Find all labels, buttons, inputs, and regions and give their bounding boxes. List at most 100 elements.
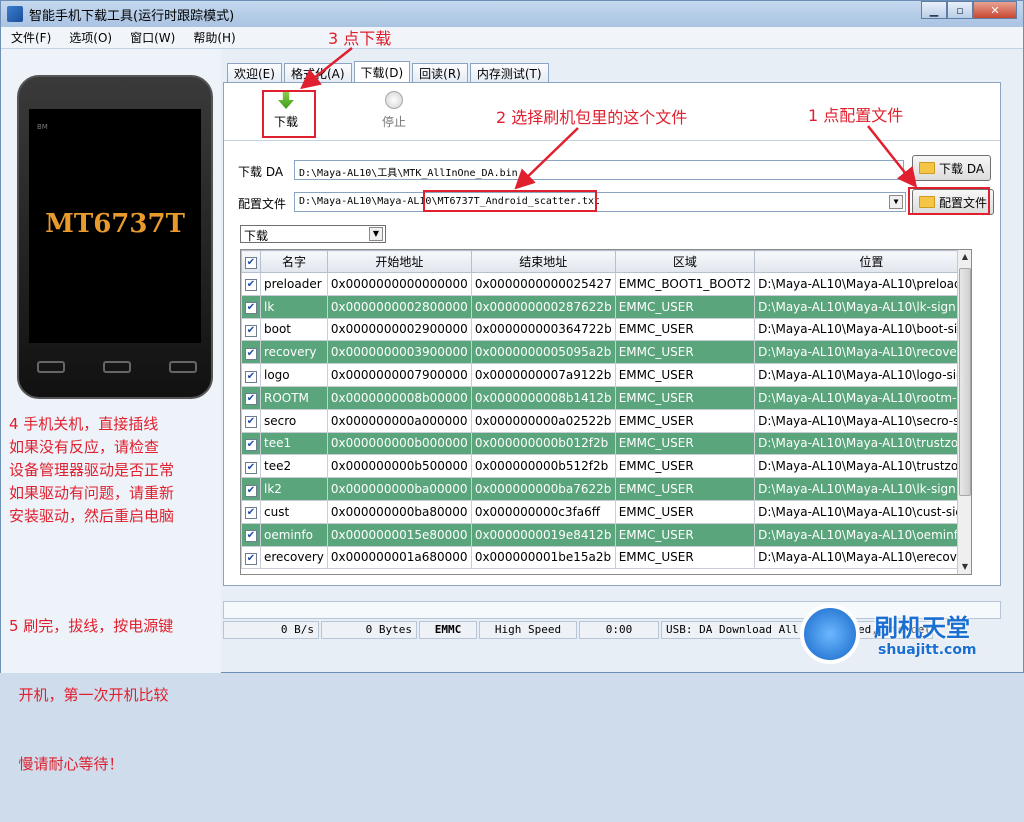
table-row[interactable]: ✔ tee1 0x000000000b000000 0x000000000b012f2…	[241, 431, 971, 456]
mode-select[interactable]: 下载 ▼	[240, 225, 386, 243]
cell-name: erecovery	[260, 545, 328, 570]
header-end: 结束地址	[470, 250, 616, 273]
cell-location[interactable]: D:\Maya-AL10\Maya-AL10\recovery...	[754, 340, 971, 365]
phone-brand: BM	[37, 123, 48, 131]
row-checkbox[interactable]: ✔	[245, 324, 257, 337]
cell-location[interactable]: D:\Maya-AL10\Maya-AL10\trustzone...	[754, 454, 971, 479]
cell-start: 0x000000000ba80000	[326, 499, 472, 524]
cell-location[interactable]: D:\Maya-AL10\Maya-AL10\lk-sign.bin	[754, 477, 971, 501]
row-checkbox[interactable]: ✔	[245, 347, 257, 360]
cell-location[interactable]: D:\Maya-AL10\Maya-AL10\rootm-si...	[754, 385, 971, 410]
cell-location[interactable]: D:\Maya-AL10\Maya-AL10\lk-sign.bin	[754, 294, 971, 319]
scroll-down-icon[interactable]: ▼	[958, 560, 971, 574]
da-path-field[interactable]: D:\Maya-AL10\工具\MTK_AllInOne_DA.bin	[294, 160, 904, 180]
cell-location[interactable]: D:\Maya-AL10\Maya-AL10\logo-sig...	[754, 363, 971, 387]
stop-button[interactable]: 停止	[369, 91, 419, 130]
row-checkbox[interactable]: ✔	[245, 416, 257, 429]
home-key-icon	[103, 361, 131, 373]
table-header: ✔ 名字 开始地址 结束地址 区域 位置	[241, 250, 971, 273]
table-row[interactable]: ✔ preloader 0x0000000000000000 0x0000000000…	[241, 272, 971, 296]
cell-end: 0x000000000a02522b	[470, 408, 616, 433]
cell-region: EMMC_USER	[614, 522, 756, 547]
row-checkbox[interactable]: ✔	[245, 461, 257, 474]
cell-end: 0x0000000007a9122b	[470, 363, 616, 387]
row-checkbox[interactable]: ✔	[245, 438, 257, 451]
cell-location[interactable]: D:\Maya-AL10\Maya-AL10\cust-sign...	[754, 499, 971, 524]
stop-icon	[385, 91, 403, 109]
close-button[interactable]: ✕	[973, 1, 1017, 19]
cell-location[interactable]: D:\Maya-AL10\Maya-AL10\erecover...	[754, 545, 971, 570]
tab-download[interactable]: 下载(D)	[353, 61, 411, 83]
row-checkbox[interactable]: ✔	[245, 302, 257, 315]
row-checkbox[interactable]: ✔	[245, 279, 257, 292]
table-row[interactable]: ✔ oeminfo 0x0000000015e80000 0x0000000019e8…	[241, 522, 971, 547]
menu-window[interactable]: 窗口(W)	[120, 29, 183, 46]
left-panel: BM MT6737T 4 手机关机，直接插线 如果没有反应，请检查 设备管理器驱…	[1, 49, 221, 773]
cell-location[interactable]: D:\Maya-AL10\Maya-AL10\preloade...	[754, 272, 971, 296]
table-row[interactable]: ✔ lk2 0x000000000ba00000 0x000000000ba7622b…	[241, 477, 971, 501]
row-checkbox[interactable]: ✔	[245, 507, 257, 520]
menu-file[interactable]: 文件(F)	[1, 29, 59, 46]
vertical-scrollbar[interactable]: ▲ ▼	[957, 250, 971, 574]
config-path-prefix: D:\Maya-AL10\Maya-AL10\	[299, 196, 438, 207]
cell-name: cust	[260, 499, 328, 524]
row-checkbox[interactable]: ✔	[245, 530, 257, 543]
cell-region: EMMC_USER	[614, 317, 756, 342]
table-row[interactable]: ✔ ROOTM 0x0000000008b00000 0x0000000008b141…	[241, 385, 971, 410]
tab-bar: 欢迎(E) 格式化(A) 下载(D) 回读(R) 内存测试(T)	[227, 61, 551, 83]
cell-name: lk	[260, 294, 328, 319]
cell-start: 0x0000000015e80000	[326, 522, 472, 547]
select-all-checkbox[interactable]: ✔	[241, 250, 261, 273]
table-row[interactable]: ✔ tee2 0x000000000b500000 0x000000000b512f2…	[241, 454, 971, 479]
cell-end: 0x0000000000025427	[470, 272, 616, 296]
table-row[interactable]: ✔ secro 0x000000000a000000 0x000000000a0252…	[241, 408, 971, 433]
minimize-button[interactable]: ▁	[921, 1, 947, 19]
phone-screen: BM MT6737T	[29, 109, 201, 343]
cell-end: 0x000000000b512f2b	[470, 454, 616, 479]
row-checkbox[interactable]: ✔	[245, 552, 257, 565]
cell-region: EMMC_USER	[614, 294, 756, 319]
cell-start: 0x000000000b000000	[326, 431, 472, 456]
cell-location[interactable]: D:\Maya-AL10\Maya-AL10\trustzone...	[754, 431, 971, 456]
cell-name: recovery	[260, 340, 328, 365]
cell-start: 0x0000000003900000	[326, 340, 472, 365]
status-storage: EMMC	[419, 621, 477, 639]
config-path-field[interactable]: D:\Maya-AL10\Maya-AL10\MT6737T_Android_s…	[294, 192, 906, 212]
table-row[interactable]: ✔ boot 0x0000000002900000 0x000000000364722…	[241, 317, 971, 342]
phone-image: BM MT6737T	[17, 75, 213, 399]
cell-location[interactable]: D:\Maya-AL10\Maya-AL10\oeminfo-...	[754, 522, 971, 547]
row-checkbox[interactable]: ✔	[245, 370, 257, 383]
tab-format[interactable]: 格式化(A)	[283, 63, 352, 83]
cell-start: 0x000000000b500000	[326, 454, 472, 479]
header-region: 区域	[614, 250, 756, 273]
row-checkbox[interactable]: ✔	[245, 484, 257, 497]
scatter-file-highlight-box	[423, 190, 597, 212]
cell-start: 0x000000001a680000	[326, 545, 472, 570]
cell-location[interactable]: D:\Maya-AL10\Maya-AL10\secro-sig...	[754, 408, 971, 433]
chevron-down-icon[interactable]: ▼	[889, 195, 903, 209]
tab-memory-test[interactable]: 内存测试(T)	[469, 63, 549, 83]
title-bar: 智能手机下载工具(运行时跟踪模式) ▁ ▫ ✕	[1, 1, 1023, 27]
tab-readback[interactable]: 回读(R)	[412, 63, 468, 83]
cell-name: lk2	[260, 477, 328, 501]
table-row[interactable]: ✔ cust 0x000000000ba80000 0x000000000c3fa6f…	[241, 499, 971, 524]
table-row[interactable]: ✔ logo 0x0000000007900000 0x0000000007a9122…	[241, 363, 971, 387]
download-panel: 下载 停止 下载 DA D:\Maya-AL10\工具\MTK_AllInOne…	[223, 82, 1001, 586]
scroll-up-icon[interactable]: ▲	[958, 250, 971, 264]
maximize-button[interactable]: ▫	[947, 1, 973, 19]
download-da-button[interactable]: 下载 DA	[912, 155, 992, 181]
cell-region: EMMC_USER	[614, 363, 756, 387]
chevron-down-icon: ▼	[369, 227, 383, 241]
tab-welcome[interactable]: 欢迎(E)	[227, 63, 282, 83]
da-label: 下载 DA	[238, 165, 284, 179]
cell-location[interactable]: D:\Maya-AL10\Maya-AL10\boot-sig...	[754, 317, 971, 342]
scroll-thumb[interactable]	[959, 268, 971, 496]
menu-help[interactable]: 帮助(H)	[183, 29, 243, 46]
menu-options[interactable]: 选项(O)	[59, 29, 120, 46]
row-checkbox[interactable]: ✔	[245, 393, 257, 406]
stop-label: 停止	[381, 115, 406, 129]
table-row[interactable]: ✔ recovery 0x0000000003900000 0x00000000050…	[241, 340, 971, 365]
cell-end: 0x000000000ba7622b	[470, 477, 616, 501]
table-row[interactable]: ✔ erecovery 0x000000001a680000 0x000000001b…	[241, 545, 971, 570]
table-row[interactable]: ✔ lk 0x0000000002800000 0x000000000287622b E…	[241, 294, 971, 319]
